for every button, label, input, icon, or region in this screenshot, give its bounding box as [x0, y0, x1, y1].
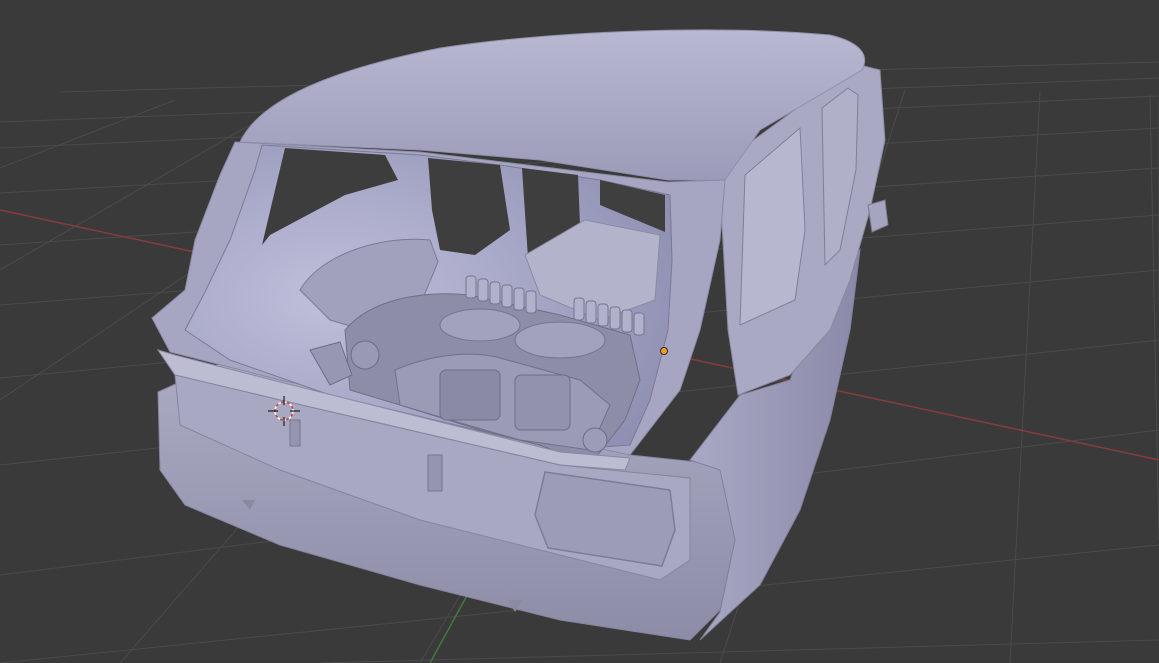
3d-viewport[interactable]: [0, 0, 1159, 663]
y-axis-line: [429, 589, 471, 663]
tailgate-latch: [289, 419, 301, 447]
car-body-model[interactable]: [151, 29, 889, 641]
side-mirror: [867, 199, 889, 233]
viewport-canvas[interactable]: [0, 0, 1159, 663]
tailgate-handle: [427, 454, 443, 492]
origin-dot-icon[interactable]: [660, 347, 668, 355]
